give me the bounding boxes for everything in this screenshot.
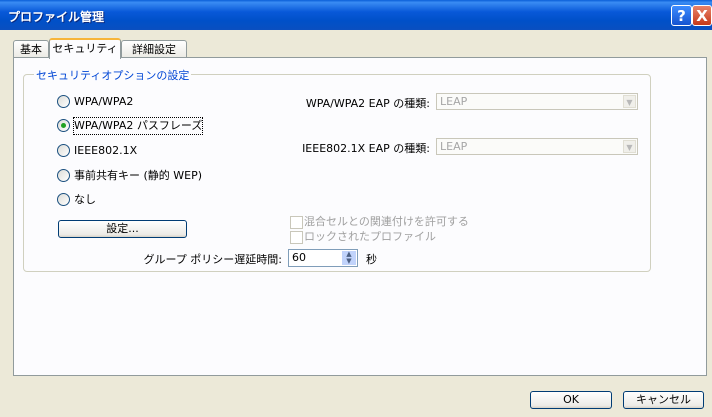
ieee-eap-value: LEAP (440, 140, 468, 153)
group-policy-value: 60 (292, 251, 306, 264)
seconds-label: 秒 (366, 253, 377, 266)
chevron-down-icon: ▼ (623, 95, 636, 108)
radio-circle[interactable] (57, 144, 70, 157)
ok-button[interactable]: OK (530, 391, 612, 409)
group-policy-spinner[interactable]: 60 ▲ ▼ (288, 249, 358, 267)
spin-arrows-icon[interactable]: ▲ ▼ (342, 251, 356, 265)
group-policy-label: グループ ポリシー遅延時間: (143, 253, 282, 266)
wpa-eap-label: WPA/WPA2 EAP の種類: (305, 97, 430, 110)
radio-label: 事前共有キー (静的 WEP) (74, 169, 203, 182)
radio-label: なし (74, 193, 96, 206)
ieee-eap-label: IEEE802.1X EAP の種類: (302, 142, 430, 155)
help-button[interactable]: ? (671, 5, 692, 26)
mixed-cell-label: 混合セルとの関連付けを許可する (304, 215, 469, 228)
radio-circle[interactable] (57, 193, 70, 206)
window-title: プロファイル管理 (8, 10, 105, 24)
tab-basic[interactable]: 基本 (13, 40, 49, 57)
checkbox-box[interactable] (290, 231, 303, 244)
radio-circle-selected[interactable] (57, 119, 70, 132)
chevron-down-icon: ▼ (623, 140, 636, 153)
cancel-button[interactable]: キャンセル (623, 391, 704, 409)
locked-profile-label: ロックされたプロファイル (304, 230, 436, 243)
tab-advanced[interactable]: 詳細設定 (121, 40, 187, 57)
radio-label: WPA/WPA2 (74, 95, 134, 108)
group-title: セキュリティオプションの設定 (34, 67, 192, 83)
tab-security[interactable]: セキュリティ (49, 38, 121, 59)
radio-label: WPA/WPA2 パスフレーズ (72, 117, 204, 135)
ieee-eap-select[interactable]: LEAP ▼ (436, 138, 638, 155)
title-bar: プロファイル管理 ? X (0, 0, 712, 30)
close-button[interactable]: X (692, 5, 712, 26)
wpa-eap-select[interactable]: LEAP ▼ (436, 93, 638, 110)
settings-button[interactable]: 設定... (58, 220, 187, 238)
radio-circle[interactable] (57, 169, 70, 182)
wpa-eap-value: LEAP (440, 95, 468, 108)
help-icon: ? (677, 7, 686, 25)
checkbox-box[interactable] (290, 216, 303, 229)
radio-circle[interactable] (57, 95, 70, 108)
close-icon: X (696, 7, 708, 25)
radio-label: IEEE802.1X (74, 144, 138, 157)
